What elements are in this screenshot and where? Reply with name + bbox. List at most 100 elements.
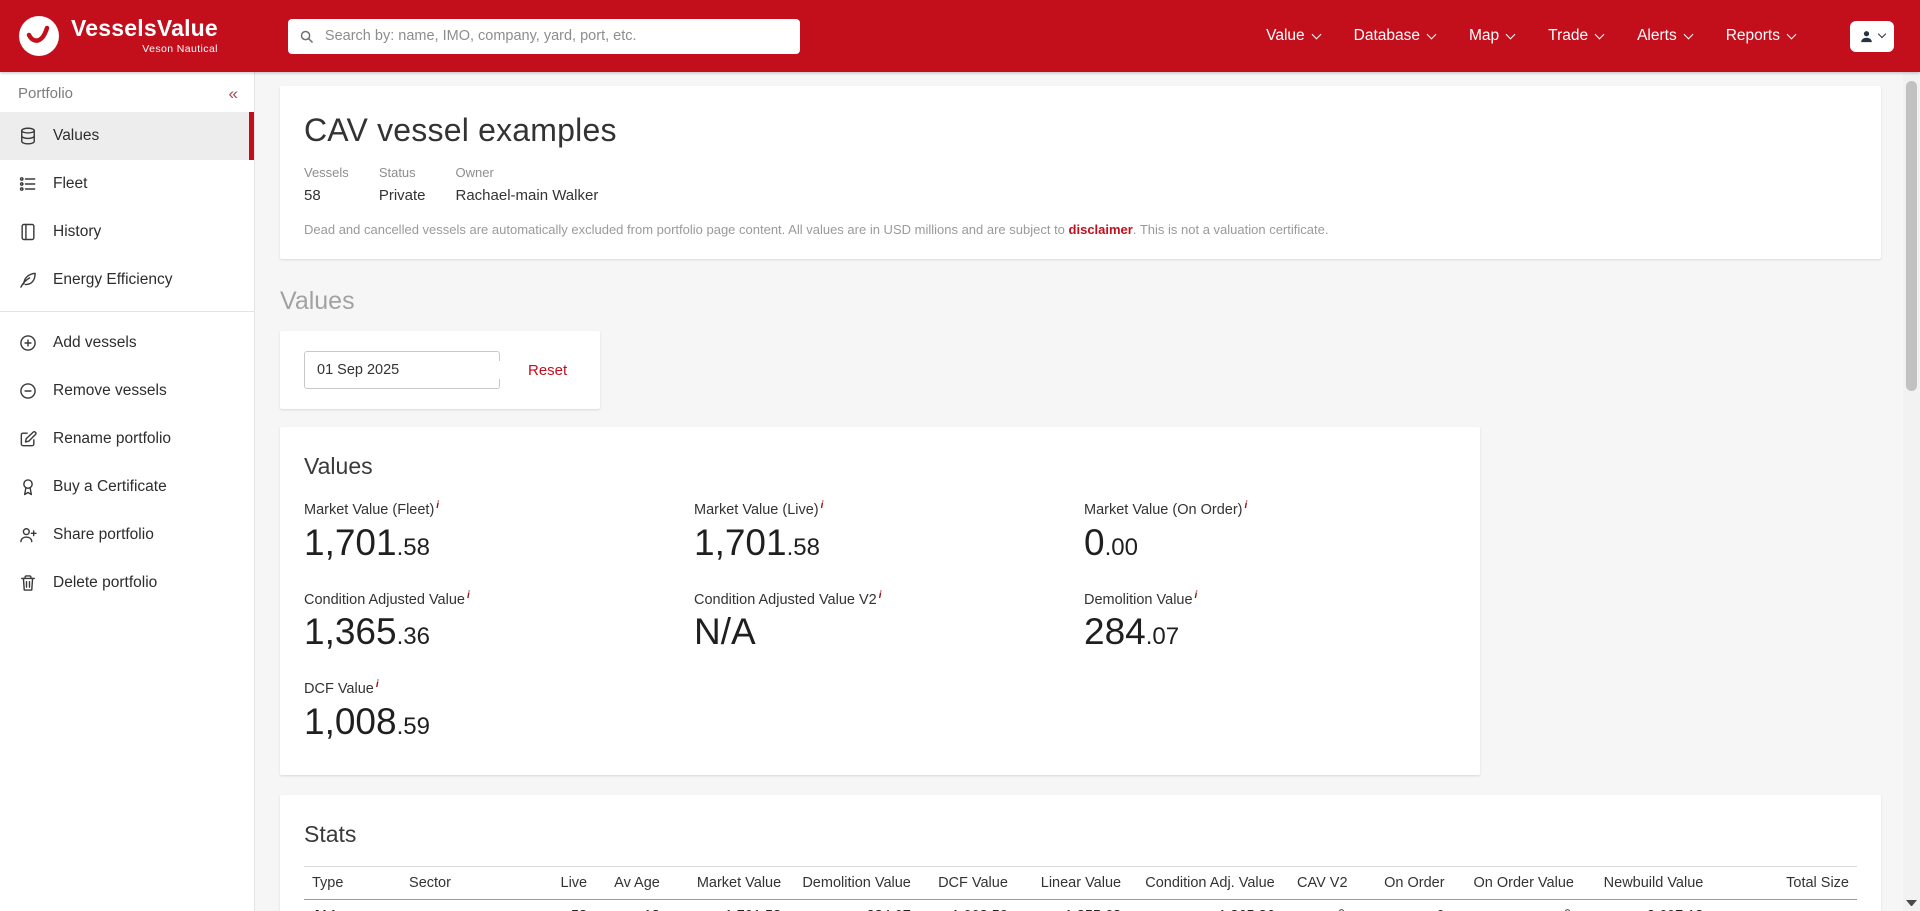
- collapse-sidebar-icon[interactable]: «: [229, 85, 238, 102]
- stats-card: Stats TypeSectorLiveAv AgeMarket ValueDe…: [280, 795, 1881, 911]
- column-header[interactable]: Demolition Value: [789, 866, 919, 899]
- valuation-date-input[interactable]: [315, 361, 506, 379]
- nav-label: Database: [1354, 27, 1420, 45]
- metric-value: 1,701.58: [694, 523, 1084, 564]
- disclaimer-link[interactable]: disclaimer: [1069, 222, 1133, 237]
- column-header[interactable]: Market Value: [668, 866, 789, 899]
- metric-value: 0.00: [1084, 523, 1474, 564]
- top-bar: VesselsValue Veson Nautical Value Databa…: [0, 0, 1920, 72]
- info-icon[interactable]: i: [821, 500, 824, 511]
- meta-label: Owner: [456, 165, 599, 180]
- column-header[interactable]: CAV V2: [1283, 866, 1356, 899]
- column-header[interactable]: Type: [304, 866, 401, 899]
- vesselsvalue-logo[interactable]: VesselsValue Veson Nautical: [18, 15, 218, 57]
- sidebar-item-label: Energy Efficiency: [53, 271, 172, 289]
- lock-icon: [1335, 908, 1348, 911]
- meta-value: 58: [304, 187, 349, 204]
- values-card: Values Market Value (Fleet)i 1,701.58 Ma…: [280, 427, 1480, 775]
- minus-circle-icon: [18, 381, 38, 401]
- column-header[interactable]: DCF Value: [919, 866, 1016, 899]
- meta-owner: Owner Rachael-main Walker: [456, 165, 599, 204]
- chevron-down-icon: [1311, 29, 1321, 39]
- cell-total_size: --: [1711, 899, 1857, 911]
- sidebar-item-rename-portfolio[interactable]: Rename portfolio: [0, 415, 254, 463]
- metrics-grid: Market Value (Fleet)i 1,701.58 Market Va…: [304, 500, 1456, 743]
- info-icon[interactable]: i: [1244, 500, 1247, 511]
- trash-icon: [18, 573, 38, 593]
- meta-vessels: Vessels 58: [304, 165, 349, 204]
- sidebar-item-fleet[interactable]: Fleet: [0, 160, 254, 208]
- scrollbar-thumb[interactable]: [1906, 81, 1917, 391]
- list-icon: [18, 174, 38, 194]
- column-header[interactable]: Live: [530, 866, 595, 899]
- meta-value: Private: [379, 187, 426, 204]
- reset-button[interactable]: Reset: [528, 362, 567, 379]
- user-menu-button[interactable]: [1850, 21, 1894, 52]
- metric-value: 1,365.36: [304, 612, 694, 653]
- nav-label: Trade: [1548, 27, 1588, 45]
- meta-value: Rachael-main Walker: [456, 187, 599, 204]
- sidebar-item-delete-portfolio[interactable]: Delete portfolio: [0, 559, 254, 607]
- chevron-down-icon: [1506, 29, 1516, 39]
- nav-database[interactable]: Database: [1337, 17, 1452, 55]
- info-icon[interactable]: i: [467, 590, 470, 601]
- sidebar-item-buy-certificate[interactable]: Buy a Certificate: [0, 463, 254, 511]
- table-row[interactable]: ALL58131,701.58284.071,008.591,355.631,3…: [304, 899, 1857, 911]
- sidebar-item-label: History: [53, 223, 101, 241]
- top-navigation: Value Database Map Trade Alerts Reports: [1249, 17, 1812, 55]
- column-header[interactable]: On Order: [1356, 866, 1453, 899]
- disclaimer-text: Dead and cancelled vessels are automatic…: [304, 222, 1857, 237]
- scroll-down-arrow-icon[interactable]: [1906, 897, 1917, 908]
- cell-sector: [401, 899, 530, 911]
- meta-label: Status: [379, 165, 426, 180]
- metric-label: Market Value (Live): [694, 502, 819, 518]
- sidebar-item-values[interactable]: Values: [0, 112, 254, 160]
- info-icon[interactable]: i: [436, 500, 439, 511]
- sidebar-item-add-vessels[interactable]: Add vessels: [0, 319, 254, 367]
- vertical-scrollbar[interactable]: [1903, 72, 1920, 911]
- info-icon[interactable]: i: [1195, 590, 1198, 601]
- chevron-down-icon: [1595, 29, 1605, 39]
- column-header[interactable]: On Order Value: [1453, 866, 1582, 899]
- info-icon[interactable]: i: [879, 590, 882, 601]
- search-icon: [299, 29, 314, 44]
- nav-alerts[interactable]: Alerts: [1620, 17, 1709, 55]
- metric-market-value-live: Market Value (Live)i 1,701.58: [694, 500, 1084, 564]
- page-title: CAV vessel examples: [304, 112, 1857, 149]
- chevron-down-icon: [1427, 29, 1437, 39]
- sidebar-title: Portfolio: [18, 85, 73, 102]
- column-header[interactable]: Sector: [401, 866, 530, 899]
- column-header[interactable]: Condition Adj. Value: [1129, 866, 1283, 899]
- sidebar-item-energy-efficiency[interactable]: Energy Efficiency: [0, 256, 254, 304]
- meta-status: Status Private: [379, 165, 426, 204]
- sidebar-item-label: Remove vessels: [53, 382, 167, 400]
- sidebar-item-label: Add vessels: [53, 334, 137, 352]
- nav-value[interactable]: Value: [1249, 17, 1337, 55]
- chevron-down-icon: [1878, 30, 1886, 38]
- column-header[interactable]: Linear Value: [1016, 866, 1129, 899]
- metric-value: 1,008.59: [304, 702, 694, 743]
- metric-label: Demolition Value: [1084, 591, 1193, 607]
- column-header[interactable]: Newbuild Value: [1582, 866, 1711, 899]
- sidebar-item-label: Buy a Certificate: [53, 478, 167, 496]
- sidebar-item-history[interactable]: History: [0, 208, 254, 256]
- info-icon[interactable]: i: [376, 679, 379, 690]
- brand-name: VesselsValue: [71, 17, 218, 40]
- disclaimer-pre: Dead and cancelled vessels are automatic…: [304, 222, 1069, 237]
- column-header[interactable]: Av Age: [595, 866, 668, 899]
- sidebar-item-remove-vessels[interactable]: Remove vessels: [0, 367, 254, 415]
- cell-on_order: 0: [1356, 899, 1453, 911]
- nav-map[interactable]: Map: [1452, 17, 1531, 55]
- valuation-date-field[interactable]: [304, 351, 500, 389]
- nav-reports[interactable]: Reports: [1709, 17, 1812, 55]
- metric-condition-adjusted-value: Condition Adjusted Valuei 1,365.36: [304, 590, 694, 654]
- column-header[interactable]: Total Size: [1711, 866, 1857, 899]
- search-input[interactable]: [323, 27, 789, 45]
- logo-icon: [18, 15, 60, 57]
- metric-demolition-value: Demolition Valuei 284.07: [1084, 590, 1474, 654]
- sidebar-item-share-portfolio[interactable]: Share portfolio: [0, 511, 254, 559]
- cell-type: ALL: [304, 899, 401, 911]
- stats-table-body: ALL58131,701.58284.071,008.591,355.631,3…: [304, 899, 1857, 911]
- nav-trade[interactable]: Trade: [1531, 17, 1620, 55]
- metric-label: Condition Adjusted Value: [304, 591, 465, 607]
